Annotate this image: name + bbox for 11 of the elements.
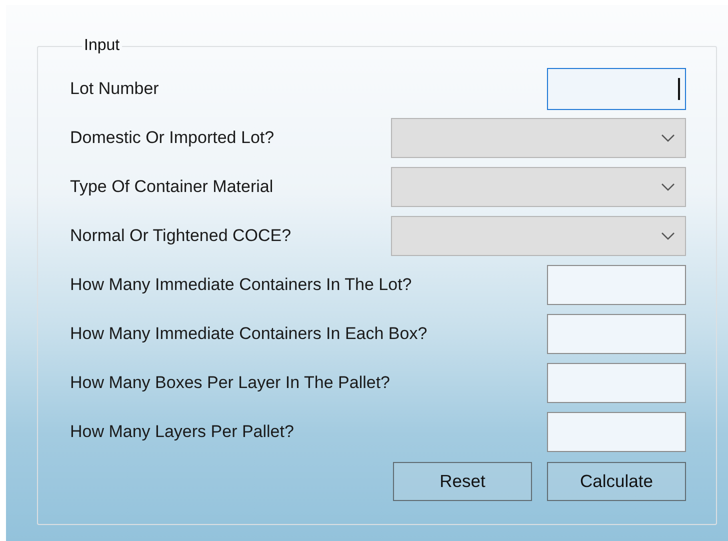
calculate-button[interactable]: Calculate [547, 462, 686, 501]
field-label: Normal Or Tightened COCE? [70, 226, 292, 246]
field-label: How Many Layers Per Pallet? [70, 422, 294, 442]
field-label: Type Of Container Material [70, 177, 274, 197]
reset-button[interactable]: Reset [393, 462, 532, 501]
field-label: How Many Boxes Per Layer In The Pallet? [70, 373, 390, 393]
field-label: Domestic Or Imported Lot? [70, 128, 274, 148]
field-label: How Many Immediate Containers In Each Box? [70, 324, 428, 344]
field-label: How Many Immediate Containers In The Lot? [70, 275, 412, 295]
field-label: Lot Number [70, 79, 159, 99]
group-title: Input [83, 37, 121, 55]
